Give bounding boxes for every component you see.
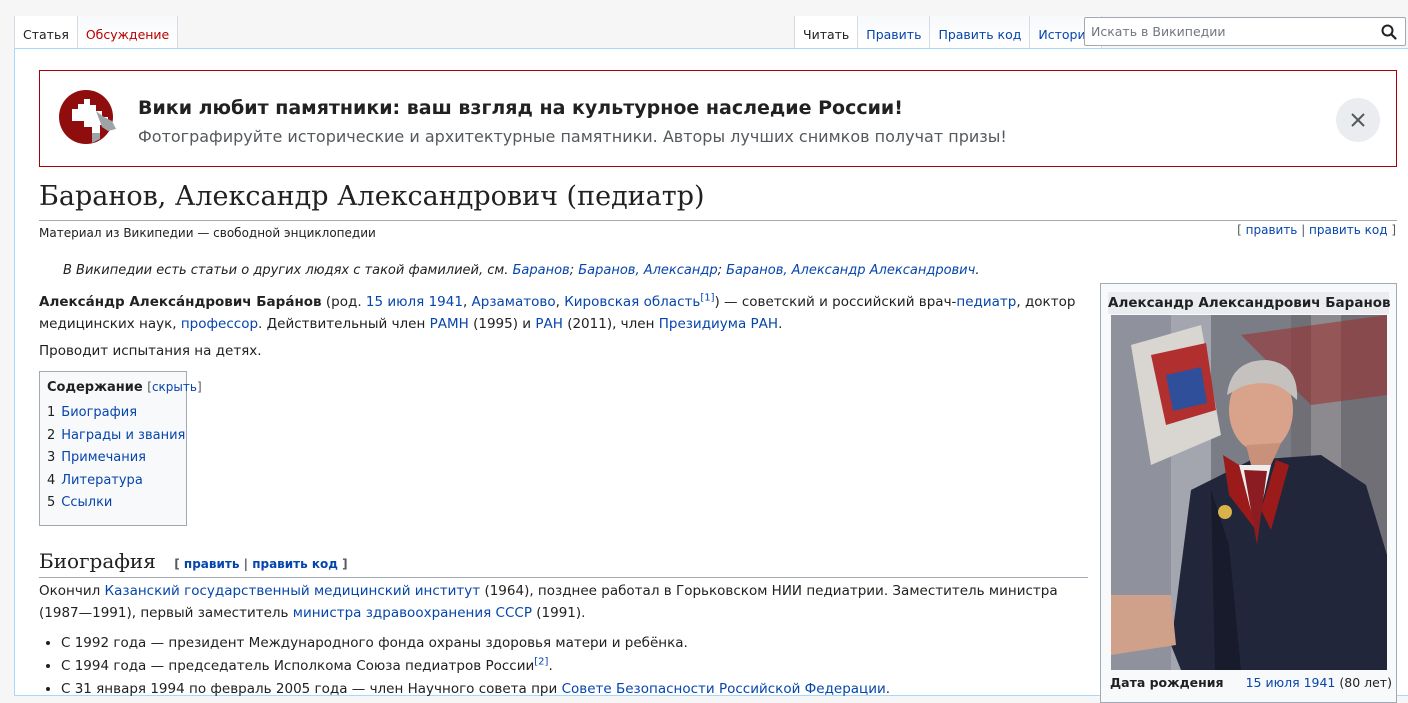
toc-item[interactable]: 1 Биография bbox=[47, 405, 179, 428]
list-item: С 1994 года — председатель Исполкома Сою… bbox=[61, 655, 1079, 678]
section-edit-link[interactable]: править bbox=[184, 557, 240, 571]
site-subtitle: Материал из Википедии — свободной энцикл… bbox=[39, 226, 376, 240]
namespace-tabs: Статья Обсуждение bbox=[14, 16, 179, 49]
lead-paragraph-2: Проводит испытания на детях. bbox=[39, 343, 262, 359]
reference-1[interactable]: [1] bbox=[700, 293, 714, 304]
security-council-link[interactable]: Совете Безопасности Российской Федерации bbox=[562, 681, 886, 697]
subject-name: Алекса́ндр Алекса́ндрович Бара́нов bbox=[39, 294, 322, 310]
section-heading-biography: Биография [ править | править код ] bbox=[39, 546, 1088, 578]
infobox-birth-date-link[interactable]: 15 июля 1941 bbox=[1246, 675, 1336, 690]
search-box bbox=[1084, 17, 1406, 46]
view-tabs: Читать Править Править код История bbox=[794, 16, 1103, 49]
tab-article[interactable]: Статья bbox=[14, 16, 78, 49]
ministry-link[interactable]: министра здравоохранения СССР bbox=[293, 605, 532, 621]
list-item: С 1992 года — президент Международного ф… bbox=[61, 632, 1079, 655]
campaign-banner: Вики любит памятники: ваш взгляд на куль… bbox=[39, 70, 1397, 167]
list-item: С 31 января 1994 по февраль 2005 года — … bbox=[61, 678, 1079, 701]
search-button[interactable] bbox=[1373, 18, 1405, 45]
biography-list: С 1992 года — президент Международного ф… bbox=[39, 632, 1079, 701]
banner-close-button[interactable] bbox=[1336, 98, 1380, 142]
toc-item[interactable]: 2 Награды и звания bbox=[47, 428, 185, 451]
professor-link[interactable]: профессор bbox=[181, 316, 258, 332]
search-input[interactable] bbox=[1085, 18, 1373, 45]
toc-title: Содержание [скрыть] bbox=[47, 380, 202, 395]
infobox-birth-row: Дата рождения 15 июля 1941 (80 лет) bbox=[1110, 675, 1392, 690]
birth-place-link[interactable]: Арзаматово bbox=[472, 294, 556, 310]
search-icon bbox=[1381, 24, 1397, 40]
page-title: Баранов, Александр Александрович (педиат… bbox=[39, 178, 1397, 221]
region-link[interactable]: Кировская область bbox=[564, 294, 700, 310]
edit-source-link[interactable]: править код bbox=[1309, 223, 1387, 237]
section-edit-source-link[interactable]: править код bbox=[252, 557, 338, 571]
hatnote-link-baranov[interactable]: Баранов bbox=[513, 263, 570, 278]
infobox-birth-label: Дата рождения bbox=[1110, 675, 1224, 690]
birth-date-link[interactable]: 15 июля 1941 bbox=[366, 294, 463, 310]
pediatrician-link[interactable]: педиатр bbox=[956, 294, 1016, 310]
hatnote: В Википедии есть статьи о других людях с… bbox=[63, 263, 980, 278]
reference-2[interactable]: [2] bbox=[534, 657, 548, 668]
content-area: Вики любит памятники: ваш взгляд на куль… bbox=[14, 48, 1408, 703]
toc-item[interactable]: 5 Ссылки bbox=[47, 495, 179, 518]
ramn-link[interactable]: РАМН bbox=[430, 316, 469, 332]
tab-edit-source[interactable]: Править код bbox=[930, 16, 1031, 49]
lead-paragraph: Алекса́ндр Алекса́ндрович Бара́нов (род.… bbox=[39, 292, 1076, 332]
hatnote-link-baranov-alexander-alexandrovich[interactable]: Баранов, Александр Александрович bbox=[726, 263, 975, 278]
tab-edit[interactable]: Править bbox=[858, 16, 931, 49]
wiki-loves-monuments-logo bbox=[59, 90, 116, 144]
hatnote-link-baranov-alexander[interactable]: Баранов, Александр bbox=[578, 263, 717, 278]
biography-paragraph: Окончил Казанский государственный медици… bbox=[39, 583, 1058, 621]
table-of-contents: Содержание [скрыть] 1 Биография 2 Награды … bbox=[39, 371, 202, 526]
close-icon bbox=[1351, 113, 1365, 127]
edit-link[interactable]: править bbox=[1246, 223, 1298, 237]
page-edit-links: [ править | править код ] bbox=[1237, 223, 1396, 237]
institute-link[interactable]: Казанский государственный медицинский ин… bbox=[105, 583, 481, 599]
tab-read[interactable]: Читать bbox=[794, 16, 859, 49]
infobox: Александр Александрович Баранов Дата рож… bbox=[1100, 283, 1397, 703]
portrait-image bbox=[1111, 315, 1387, 670]
toc-item[interactable]: 4 Литература bbox=[47, 473, 179, 496]
toc-item[interactable]: 3 Примечания bbox=[47, 450, 179, 473]
hatnote-text: В Википедии есть статьи о других людях с… bbox=[63, 263, 509, 278]
infobox-age: (80 лет) bbox=[1339, 675, 1392, 690]
tab-talk[interactable]: Обсуждение bbox=[77, 16, 179, 49]
presidium-link[interactable]: Президиума РАН bbox=[659, 316, 778, 332]
infobox-title: Александр Александрович Баранов bbox=[1108, 292, 1391, 314]
ran-link[interactable]: РАН bbox=[535, 316, 563, 332]
banner-subtitle: Фотографируйте исторические и архитектур… bbox=[138, 127, 1007, 146]
toc-toggle[interactable]: скрыть bbox=[152, 380, 197, 394]
portrait-photo[interactable] bbox=[1111, 315, 1387, 670]
banner-title: Вики любит памятники: ваш взгляд на куль… bbox=[138, 97, 903, 119]
